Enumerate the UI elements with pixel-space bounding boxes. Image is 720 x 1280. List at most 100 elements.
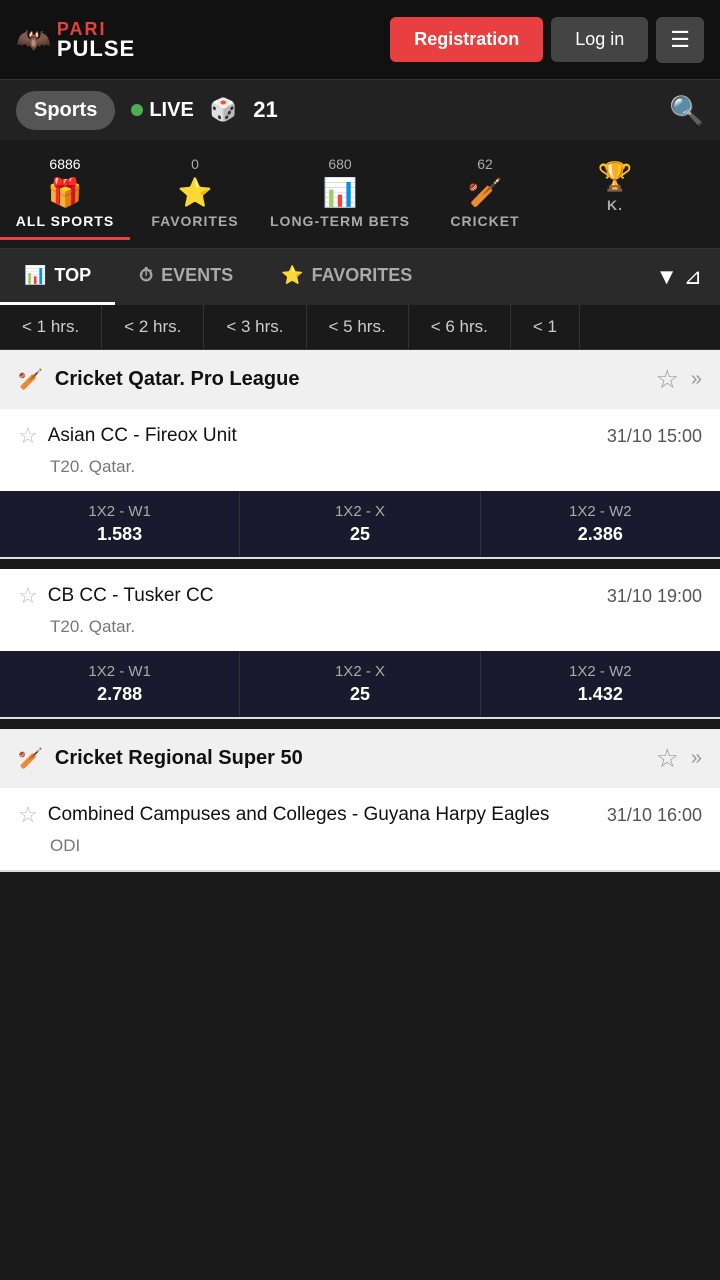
filter-button[interactable]: ▼ ⊿ (638, 249, 720, 305)
match-type: T20. Qatar. (0, 613, 720, 651)
sport-item-longterm[interactable]: 680 📊 LONG-TERM BETS (260, 148, 420, 240)
match-type: T20. Qatar. (0, 453, 720, 491)
match-header: ☆ Asian CC - Fireox Unit 31/10 15:00 (0, 409, 720, 453)
section-gap (0, 559, 720, 569)
match-header: ☆ Combined Campuses and Colleges - Guyan… (0, 788, 720, 832)
logo-icon: 🦇 (16, 23, 51, 56)
bet-button[interactable]: 1X2 - W1 2.788 (0, 651, 240, 717)
time-filter[interactable]: < 5 hrs. (307, 305, 409, 349)
sport-icon-cricket: 🏏 (468, 176, 503, 209)
bet-label: 1X2 - W2 (569, 663, 632, 680)
time-filter[interactable]: < 3 hrs. (204, 305, 306, 349)
funnel-icon: ⊿ (684, 264, 702, 290)
section-gap (0, 719, 720, 729)
sport-label: CRICKET (450, 213, 519, 229)
registration-button[interactable]: Registration (390, 17, 543, 62)
search-icon[interactable]: 🔍 (669, 94, 704, 127)
bet-label: 1X2 - W1 (88, 503, 151, 520)
time-filter[interactable]: < 1 hrs. (0, 305, 102, 349)
sports-row: 6886 🎁 ALL SPORTS 0 ⭐ FAVORITES 680 📊 LO… (0, 140, 720, 249)
match-type: ODI (0, 832, 720, 870)
bet-value: 1.583 (97, 524, 142, 545)
sport-count: 62 (477, 156, 493, 172)
header: 🦇 PARI PULSE Registration Log in ☰ (0, 0, 720, 80)
tab-label-top: TOP (54, 265, 91, 286)
league-header-cricket-regional-50: 🏏 Cricket Regional Super 50 ☆ » (0, 729, 720, 788)
bet-row: 1X2 - W1 2.788 1X2 - X 25 1X2 - W2 1.432 (0, 651, 720, 717)
sport-item-k[interactable]: 🏆 K. (550, 148, 680, 240)
tab-row: 📊 TOP ⏱EVENTS ⭐ FAVORITES ▼ ⊿ (0, 249, 720, 305)
tab-label-favorites: FAVORITES (312, 265, 413, 286)
menu-button[interactable]: ☰ (656, 17, 704, 63)
live-dot (131, 104, 143, 116)
match-time: 31/10 19:00 (607, 586, 702, 607)
sport-label: K. (607, 197, 623, 213)
tab-icon-top: 📊 (24, 265, 46, 286)
bet-button[interactable]: 1X2 - W2 2.386 (481, 491, 720, 557)
sport-count: 6886 (49, 156, 80, 172)
bet-value: 25 (350, 524, 370, 545)
sport-icon-longterm: 📊 (323, 176, 358, 209)
sport-item-all[interactable]: 6886 🎁 ALL SPORTS (0, 148, 130, 240)
bet-label: 1X2 - X (335, 503, 385, 520)
tab-top[interactable]: 📊 TOP (0, 249, 115, 305)
bet-value: 2.386 (578, 524, 623, 545)
bet-value: 2.788 (97, 684, 142, 705)
bet-value: 25 (350, 684, 370, 705)
sport-icon-fav: ⭐ (178, 176, 213, 209)
match-favorite-button[interactable]: ☆ (18, 583, 38, 609)
logo-text: PARI PULSE (57, 20, 135, 60)
match-match1: ☆ Asian CC - Fireox Unit 31/10 15:00 T20… (0, 409, 720, 559)
sport-item-cricket[interactable]: 62 🏏 CRICKET (420, 148, 550, 240)
bet-label: 1X2 - W1 (88, 663, 151, 680)
logo: 🦇 PARI PULSE (16, 20, 390, 60)
match-time: 31/10 15:00 (607, 426, 702, 447)
header-buttons: Registration Log in ☰ (390, 17, 704, 63)
sport-icon-all: 🎁 (48, 176, 83, 209)
sport-label: ALL SPORTS (16, 213, 114, 229)
tab-events[interactable]: ⏱EVENTS (115, 249, 257, 305)
nav-live-button[interactable]: LIVE (131, 99, 193, 122)
nav-bonus-icon[interactable]: 🎲 (210, 97, 237, 123)
time-filter[interactable]: < 1 (511, 305, 580, 349)
bet-label: 1X2 - X (335, 663, 385, 680)
match-time: 31/10 16:00 (607, 805, 702, 826)
bet-row: 1X2 - W1 1.583 1X2 - X 25 1X2 - W2 2.386 (0, 491, 720, 557)
bet-button[interactable]: 1X2 - W1 1.583 (0, 491, 240, 557)
match-name: Combined Campuses and Colleges - Guyana … (48, 804, 597, 826)
login-button[interactable]: Log in (551, 17, 648, 62)
bet-button[interactable]: 1X2 - X 25 (240, 651, 480, 717)
league-expand-button[interactable]: » (691, 747, 702, 770)
match-match2: ☆ CB CC - Tusker CC 31/10 19:00 T20. Qat… (0, 569, 720, 719)
cricket-icon: 🏏 (18, 367, 43, 392)
match-favorite-button[interactable]: ☆ (18, 423, 38, 449)
league-header-cricket-qatar-pro: 🏏 Cricket Qatar. Pro League ☆ » (0, 350, 720, 409)
tab-icon-favorites: ⭐ (281, 265, 303, 286)
league-expand-button[interactable]: » (691, 368, 702, 391)
match-name: Asian CC - Fireox Unit (48, 425, 597, 447)
logo-pulse: PULSE (57, 38, 135, 60)
nav-live-count: 21 (253, 97, 277, 123)
league-title: Cricket Regional Super 50 (55, 747, 644, 770)
sport-icon-k: 🏆 (598, 160, 633, 193)
nav-bar: Sports LIVE 🎲 21 🔍 (0, 80, 720, 140)
sport-count: 0 (191, 156, 199, 172)
time-filter-row: < 1 hrs.< 2 hrs.< 3 hrs.< 5 hrs.< 6 hrs.… (0, 305, 720, 350)
match-favorite-button[interactable]: ☆ (18, 802, 38, 828)
filter-icon: ▼ (656, 264, 678, 290)
bet-button[interactable]: 1X2 - W2 1.432 (481, 651, 720, 717)
match-header: ☆ CB CC - Tusker CC 31/10 19:00 (0, 569, 720, 613)
league-title: Cricket Qatar. Pro League (55, 368, 644, 391)
sport-label: LONG-TERM BETS (270, 213, 410, 229)
tab-favorites[interactable]: ⭐ FAVORITES (257, 249, 436, 305)
logo-pari: PARI (57, 20, 135, 38)
nav-sports-button[interactable]: Sports (16, 91, 115, 130)
sport-item-fav[interactable]: 0 ⭐ FAVORITES (130, 148, 260, 240)
time-filter[interactable]: < 2 hrs. (102, 305, 204, 349)
league-favorite-button[interactable]: ☆ (656, 364, 679, 395)
bet-label: 1X2 - W2 (569, 503, 632, 520)
tab-icon-events: ⏱ (139, 265, 153, 286)
league-favorite-button[interactable]: ☆ (656, 743, 679, 774)
time-filter[interactable]: < 6 hrs. (409, 305, 511, 349)
bet-button[interactable]: 1X2 - X 25 (240, 491, 480, 557)
